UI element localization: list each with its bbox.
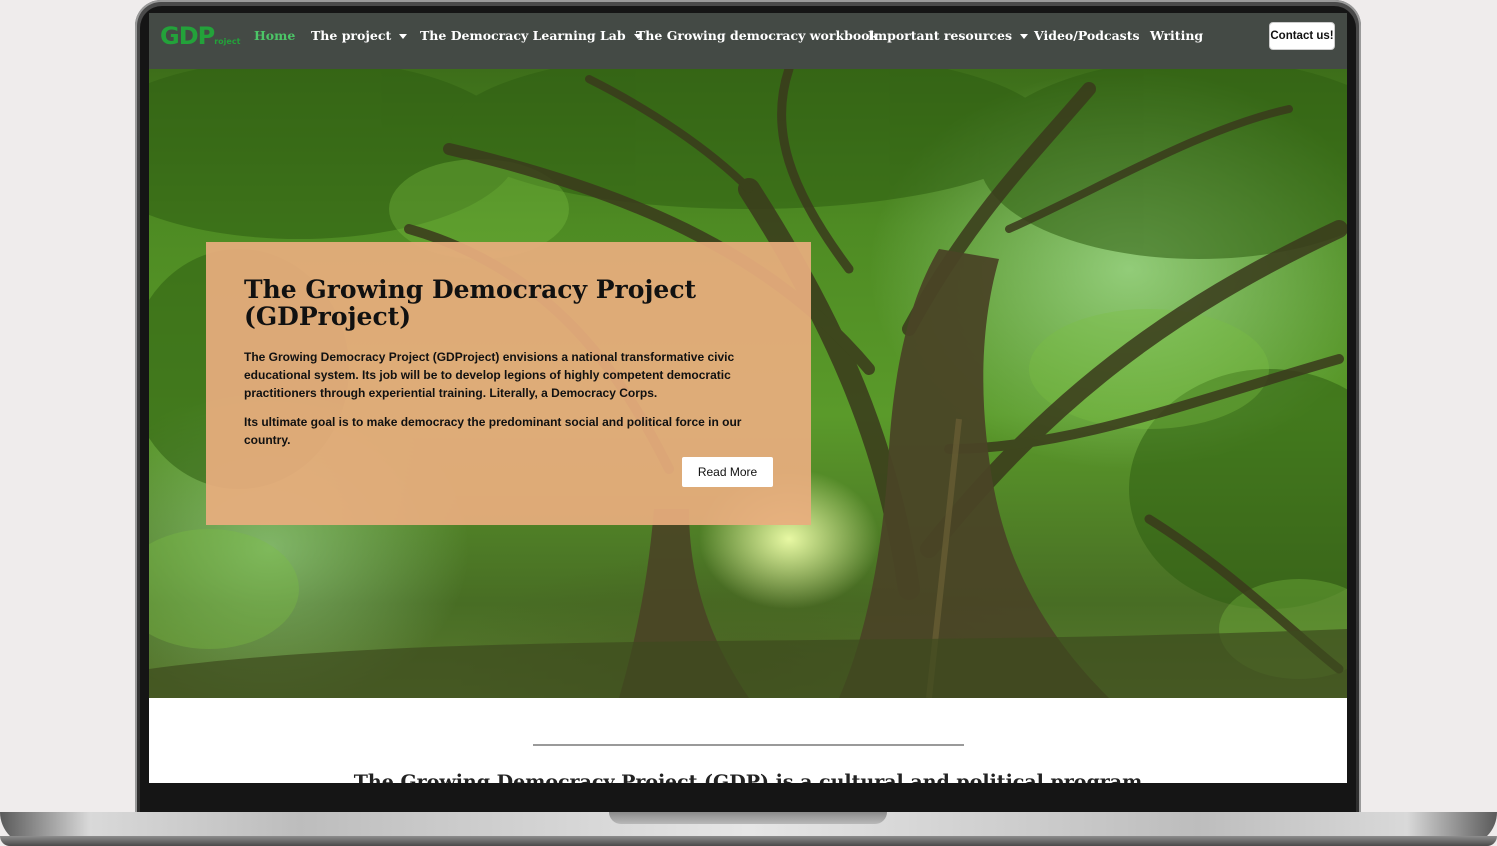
read-more-button[interactable]: Read More [682,457,773,487]
nav-label: The Growing democracy workbook [636,28,879,43]
nav-label: The Democracy Learning Lab [420,28,626,43]
nav-item-democracy-learning-lab[interactable]: The Democracy Learning Lab [420,13,642,69]
hero-paragraph-1: The Growing Democracy Project (GDProject… [244,350,735,400]
nav-item-home[interactable]: Home [254,13,295,69]
nav-label: Video/Podcasts [1034,28,1140,43]
nav-label: Home [254,28,296,43]
nav-item-video-podcasts[interactable]: Video/Podcasts [1034,13,1140,69]
nav-item-the-project[interactable]: The project [311,13,408,69]
nav-item-important-resources[interactable]: Important resources [868,13,1029,69]
hero-paragraph-2: Its ultimate goal is to make democracy t… [244,415,742,447]
nav-label: Writing [1150,28,1204,43]
site-logo[interactable]: GDProject [160,22,240,50]
nav-label: Important resources [868,28,1013,43]
chevron-down-icon [1020,34,1029,39]
section-divider [533,744,964,746]
hero-card: The Growing Democracy Project (GDProject… [206,242,811,525]
nav-item-writing[interactable]: Writing [1150,13,1203,69]
nav-label: The project [311,28,392,43]
navbar: GDProject Home The project The Democracy… [149,13,1347,69]
nav-item-growing-democracy-workbook[interactable]: The Growing democracy workbook [636,13,878,69]
chevron-down-icon [399,34,408,39]
laptop-notch [609,812,887,824]
section-heading: The Growing Democracy Project (GDP) is a… [353,771,1143,783]
contact-us-button[interactable]: Contact us! [1270,23,1334,49]
hero-title: The Growing Democracy Project (GDProject… [244,275,697,331]
browser-screen: GDProject Home The project The Democracy… [149,13,1347,783]
hero-section: The Growing Democracy Project (GDProject… [149,69,1347,698]
